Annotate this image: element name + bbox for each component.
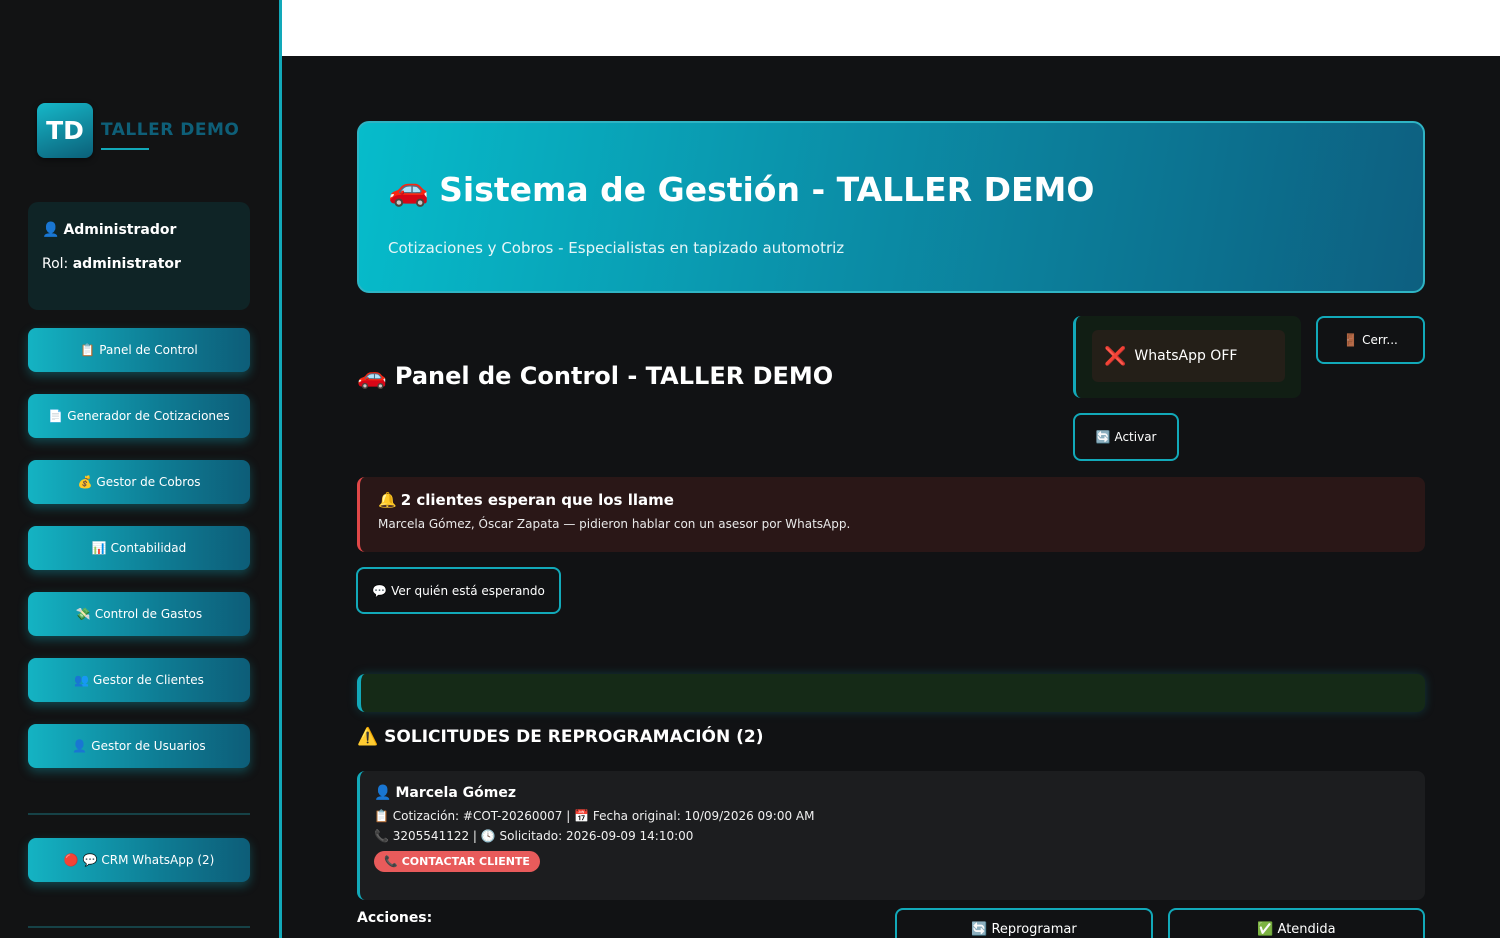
clipboard-icon: 📋 bbox=[80, 343, 96, 357]
users-icon: 👥 bbox=[74, 673, 90, 687]
nav-gestor-clientes[interactable]: 👥 Gestor de Clientes bbox=[28, 658, 250, 702]
reschedule-label: Reprogramar bbox=[991, 922, 1077, 937]
page-title-text: Panel de Control - TALLER DEMO bbox=[394, 362, 834, 390]
reschedule-button[interactable]: 🔄 Reprogramar bbox=[895, 908, 1153, 938]
user-icon: 👤 bbox=[72, 739, 88, 753]
alert-body: Marcela Gómez, Óscar Zapata — pidieron h… bbox=[378, 517, 851, 531]
speech-bubble-icon: 💬 bbox=[372, 583, 388, 598]
actions-label: Acciones: bbox=[357, 910, 433, 926]
user-icon: 👤 bbox=[42, 222, 60, 238]
role-value: administrator bbox=[72, 256, 181, 272]
bar-chart-icon: 📊 bbox=[91, 541, 107, 555]
contact-client-button[interactable]: 📞 CONTACTAR CLIENTE bbox=[374, 851, 540, 872]
door-icon: 🚪 bbox=[1343, 333, 1359, 347]
alert-title-text: 2 clientes esperan que los llame bbox=[400, 491, 674, 509]
refresh-icon: 🔄 bbox=[971, 922, 988, 937]
mark-attended-button[interactable]: ✅ Atendida bbox=[1168, 908, 1425, 938]
nav-crm-whatsapp[interactable]: 🔴 💬 CRM WhatsApp (2) bbox=[28, 838, 250, 882]
user-name-row: 👤 Administrador bbox=[42, 222, 236, 238]
activate-whatsapp-button[interactable]: 🔄 Activar bbox=[1073, 413, 1179, 461]
logout-label: Cerr... bbox=[1362, 333, 1398, 347]
alert-title: 🔔 2 clientes esperan que los llame bbox=[378, 491, 1407, 509]
money-bag-icon: 💰 bbox=[77, 475, 93, 489]
nav-label: Panel de Control bbox=[99, 343, 198, 357]
contact-label: CONTACTAR CLIENTE bbox=[401, 855, 530, 868]
logout-button[interactable]: 🚪 Cerr... bbox=[1316, 316, 1425, 364]
hero-title: 🚗 Sistema de Gestión - TALLER DEMO bbox=[388, 169, 1394, 209]
waiting-clients-alert: 🔔 2 clientes esperan que los llame Marce… bbox=[357, 477, 1425, 552]
user-icon: 👤 bbox=[374, 785, 392, 801]
cross-icon: ❌ bbox=[1104, 345, 1127, 367]
warning-icon: ⚠️ bbox=[357, 727, 379, 747]
bell-icon: 🔔 bbox=[378, 491, 397, 509]
reschedule-request-card: 👤 Marcela Gómez 📋 Cotización: #COT-20260… bbox=[357, 771, 1425, 900]
hero-subtitle: Cotizaciones y Cobros - Especialistas en… bbox=[388, 239, 845, 257]
nav-label: Generador de Cotizaciones bbox=[67, 409, 230, 423]
nav-label: Contabilidad bbox=[110, 541, 187, 555]
phone-icon: 📞 bbox=[384, 855, 398, 868]
top-bar bbox=[282, 0, 1500, 56]
section-title: ⚠️ SOLICITUDES DE REPROGRAMACIÓN (2) bbox=[357, 727, 764, 747]
whatsapp-status-card: ❌ WhatsApp OFF bbox=[1073, 316, 1301, 398]
user-name: Administrador bbox=[63, 222, 177, 238]
nav-gestor-usuarios[interactable]: 👤 Gestor de Usuarios bbox=[28, 724, 250, 768]
document-icon: 📄 bbox=[48, 409, 64, 423]
logo-text: TALLER DEMO bbox=[101, 119, 240, 150]
nav-control-gastos[interactable]: 💸 Control de Gastos bbox=[28, 592, 250, 636]
sidebar-divider bbox=[28, 813, 250, 815]
nav-contabilidad[interactable]: 📊 Contabilidad bbox=[28, 526, 250, 570]
nav-label: Gestor de Clientes bbox=[93, 673, 204, 687]
request-quote-info: 📋 Cotización: #COT-20260007 | 📅 Fecha or… bbox=[374, 809, 815, 823]
attended-label: Atendida bbox=[1277, 922, 1336, 937]
status-bar bbox=[357, 674, 1425, 712]
view-waiting-label: Ver quién está esperando bbox=[391, 583, 545, 598]
nav-label: Gestor de Cobros bbox=[96, 475, 201, 489]
hero-banner: 🚗 Sistema de Gestión - TALLER DEMO Cotiz… bbox=[357, 121, 1425, 293]
section-title-text: SOLICITUDES DE REPROGRAMACIÓN (2) bbox=[384, 727, 764, 747]
page-title: 🚗 Panel de Control - TALLER DEMO bbox=[357, 362, 833, 390]
refresh-icon: 🔄 bbox=[1095, 430, 1111, 444]
client-name: Marcela Gómez bbox=[395, 785, 516, 801]
user-card: 👤 Administrador Rol: administrator bbox=[28, 202, 250, 310]
logo-badge: TD bbox=[37, 103, 93, 158]
sidebar: TD TALLER DEMO 👤 Administrador Rol: admi… bbox=[0, 0, 282, 938]
nav-generador-cotizaciones[interactable]: 📄 Generador de Cotizaciones bbox=[28, 394, 250, 438]
car-icon: 🚗 bbox=[388, 169, 430, 208]
user-role: Rol: administrator bbox=[42, 256, 236, 272]
nav-label: Gestor de Usuarios bbox=[91, 739, 206, 753]
request-client-name: 👤 Marcela Gómez bbox=[374, 785, 1411, 801]
nav-gestor-cobros[interactable]: 💰 Gestor de Cobros bbox=[28, 460, 250, 504]
chat-icon: 🔴 💬 bbox=[63, 853, 98, 867]
check-icon: ✅ bbox=[1257, 922, 1274, 937]
hero-title-text: Sistema de Gestión - TALLER DEMO bbox=[439, 169, 1095, 209]
whatsapp-status-text: WhatsApp OFF bbox=[1134, 348, 1238, 364]
activate-label: Activar bbox=[1114, 430, 1157, 444]
nav-panel-de-control[interactable]: 📋 Panel de Control bbox=[28, 328, 250, 372]
role-label: Rol: bbox=[42, 256, 69, 272]
logo: TD TALLER DEMO bbox=[37, 103, 239, 158]
nav-label: CRM WhatsApp (2) bbox=[101, 853, 215, 867]
nav-label: Control de Gastos bbox=[94, 607, 203, 621]
view-waiting-button[interactable]: 💬 Ver quién está esperando bbox=[356, 567, 561, 614]
car-icon: 🚗 bbox=[357, 362, 387, 390]
whatsapp-status: ❌ WhatsApp OFF bbox=[1092, 330, 1285, 382]
request-contact-info: 📞 3205541122 | 🕓 Solicitado: 2026-09-09 … bbox=[374, 829, 694, 843]
money-wings-icon: 💸 bbox=[75, 607, 91, 621]
sidebar-divider bbox=[28, 926, 250, 928]
